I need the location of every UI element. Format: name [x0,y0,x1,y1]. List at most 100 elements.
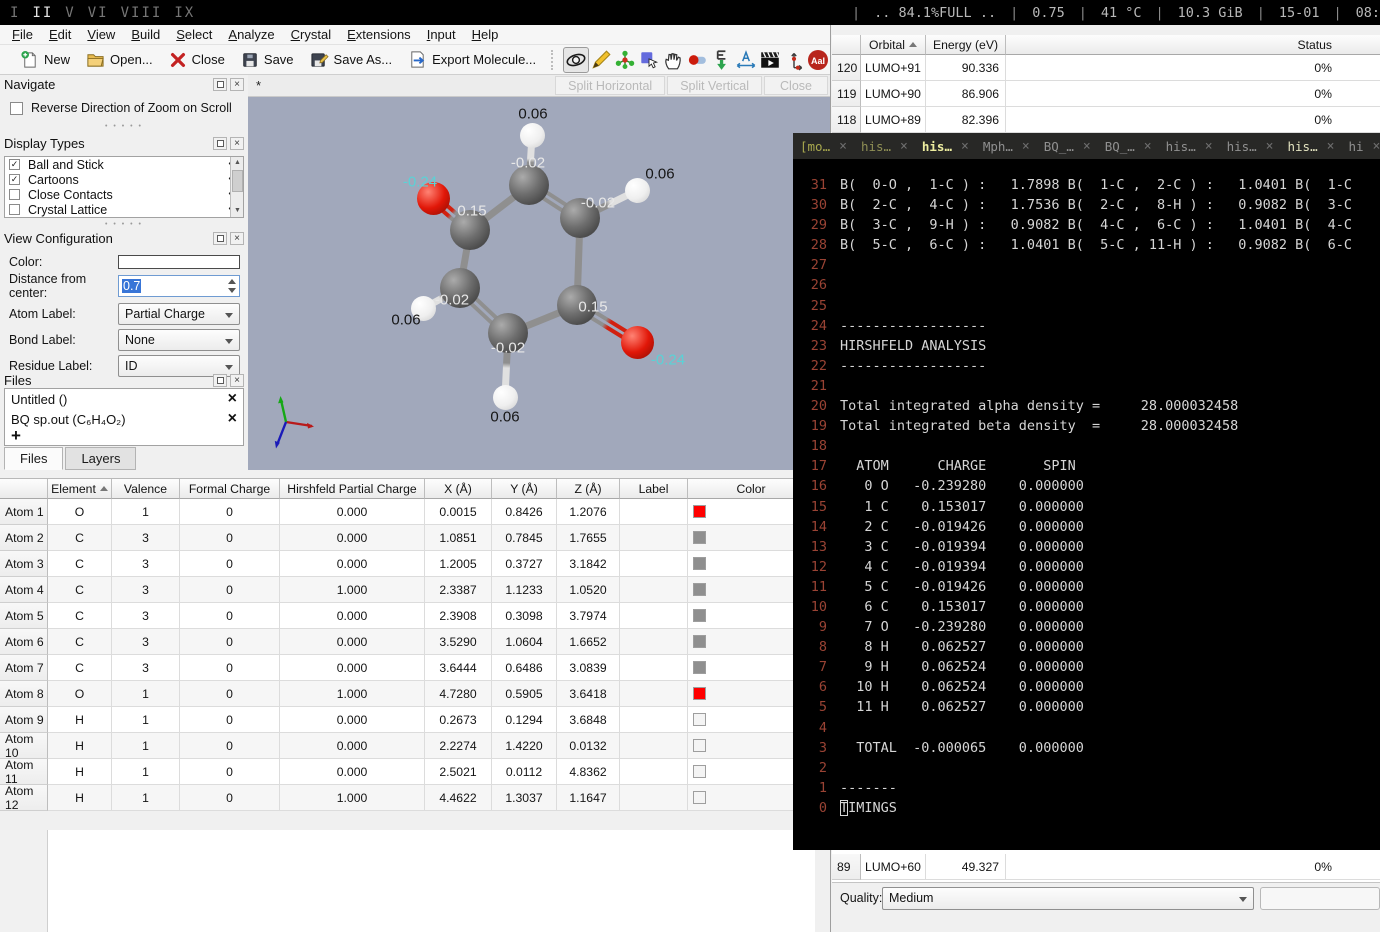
row-header[interactable]: Atom 4 [0,577,48,603]
file-list-item[interactable]: Untitled ()× [5,389,243,409]
molecule-3d-viewport[interactable]: -0.240.15-0.02-0.020.15-0.02-0.02-0.240.… [248,97,830,470]
close-tab-icon[interactable]: × [961,139,969,154]
table-cell[interactable]: 1.3037 [492,785,557,811]
table-cell[interactable]: H [48,759,112,785]
label-tool-icon[interactable]: AaI [806,47,830,73]
table-cell[interactable]: C [48,655,112,681]
spinner-arrows[interactable] [225,277,238,295]
table-cell[interactable]: 1.1233 [492,577,557,603]
table-cell[interactable]: 4.4622 [425,785,492,811]
workspace-tag[interactable]: II [32,5,53,21]
table-cell[interactable]: O [48,681,112,707]
table-cell[interactable] [620,681,688,707]
display-type-checkbox[interactable] [9,189,20,200]
close-panel-icon[interactable]: × [230,374,244,387]
display-types-scrollbar[interactable]: ▲ ▼ [230,157,243,217]
panel-splitter[interactable]: • • • • • [0,123,248,130]
table-cell[interactable]: 1.000 [280,785,425,811]
close-tab-icon[interactable]: × [1022,139,1030,154]
close-tab-icon[interactable]: × [1327,139,1335,154]
workspace-tag[interactable]: VIII [121,5,163,21]
atom-color-swatch[interactable] [693,791,706,804]
manipulate-tool-icon[interactable] [613,47,637,73]
table-cell[interactable]: H [48,707,112,733]
table-cell[interactable]: 0.000 [280,655,425,681]
measure-tool-icon[interactable] [733,47,757,73]
close-tab-icon[interactable]: × [1083,139,1091,154]
menu-item-edit[interactable]: Edit [41,26,79,43]
table-cell[interactable]: 0 [180,759,280,785]
table-cell[interactable] [620,525,688,551]
row-header[interactable]: Atom 12 [0,785,48,811]
scrollbar-thumb[interactable] [232,170,243,192]
new-button[interactable]: New [12,48,78,71]
table-cell[interactable]: 1.0851 [425,525,492,551]
column-header[interactable]: Element [48,479,112,499]
table-cell[interactable] [620,577,688,603]
atom-color-swatch[interactable] [693,557,706,570]
table-cell[interactable]: 1.2076 [557,499,620,525]
table-cell[interactable] [620,603,688,629]
row-header[interactable]: 119 [832,81,861,107]
terminal-tab[interactable]: Mph…× [976,133,1037,159]
column-header[interactable]: Y (Å) [492,479,557,499]
add-file-button[interactable]: + [5,429,243,443]
close-panel-icon[interactable]: × [230,232,244,245]
table-cell[interactable]: C [48,629,112,655]
tab-layers[interactable]: Layers [65,447,136,470]
table-cell[interactable]: 4.7280 [425,681,492,707]
table-cell[interactable]: 0 [180,733,280,759]
open-button[interactable]: Open... [78,48,161,71]
display-type-row[interactable]: Close Contacts••• [5,187,243,202]
table-cell[interactable]: 2.2274 [425,733,492,759]
terminal-tab[interactable]: his…× [1281,133,1342,159]
menu-item-input[interactable]: Input [419,26,464,43]
table-cell[interactable]: H [48,733,112,759]
table-cell[interactable]: 1 [112,681,180,707]
table-cell[interactable]: 0.000 [280,629,425,655]
table-cell[interactable] [620,655,688,681]
atom-color-swatch[interactable] [693,739,706,752]
distance-from-center-spinner[interactable]: 0.7 [118,275,240,297]
column-header[interactable]: Formal Charge [180,479,280,499]
atom-color-swatch[interactable] [693,635,706,648]
row-header[interactable]: Atom 6 [0,629,48,655]
workspace-tag[interactable]: I [10,5,20,21]
row-header[interactable]: Atom 5 [0,603,48,629]
background-color-swatch[interactable] [118,255,240,269]
table-cell[interactable]: C [48,603,112,629]
table-cell[interactable]: 3 [112,525,180,551]
table-cell[interactable]: 1.000 [280,577,425,603]
save-as-button[interactable]: Save As... [302,48,401,71]
table-cell[interactable]: 0.000 [280,551,425,577]
float-panel-icon[interactable] [213,374,227,387]
row-header[interactable]: Atom 8 [0,681,48,707]
table-cell[interactable]: 0.5905 [492,681,557,707]
table-cell[interactable]: 3.5290 [425,629,492,655]
orbital-cell[interactable]: LUMO+60 [861,854,926,880]
table-cell[interactable]: 0.0015 [425,499,492,525]
menu-item-extensions[interactable]: Extensions [339,26,419,43]
display-type-row[interactable]: Crystal Lattice••• [5,202,243,217]
table-cell[interactable]: 0 [180,551,280,577]
row-header[interactable]: 118 [832,107,861,133]
table-cell[interactable]: 0 [180,655,280,681]
bond-label-dropdown[interactable]: None [118,329,240,351]
table-cell[interactable]: 0.0112 [492,759,557,785]
table-cell[interactable]: 3.6444 [425,655,492,681]
table-cell[interactable]: 0.000 [280,525,425,551]
table-cell[interactable]: 3.1842 [557,551,620,577]
close-tab-icon[interactable]: × [1373,139,1380,154]
table-cell[interactable]: 3 [112,603,180,629]
terminal-tab[interactable]: hi× [1341,133,1380,159]
atom-color-swatch[interactable] [693,609,706,622]
h-atom[interactable] [493,385,518,410]
row-header[interactable]: Atom 1 [0,499,48,525]
energy-cell[interactable]: 90.336 [926,55,1006,81]
table-cell[interactable]: C [48,551,112,577]
row-header[interactable]: Atom 9 [0,707,48,733]
table-cell[interactable]: 0.000 [280,499,425,525]
table-cell[interactable]: 0.8426 [492,499,557,525]
table-cell[interactable]: 1 [112,759,180,785]
reverse-zoom-checkbox[interactable] [10,102,23,115]
